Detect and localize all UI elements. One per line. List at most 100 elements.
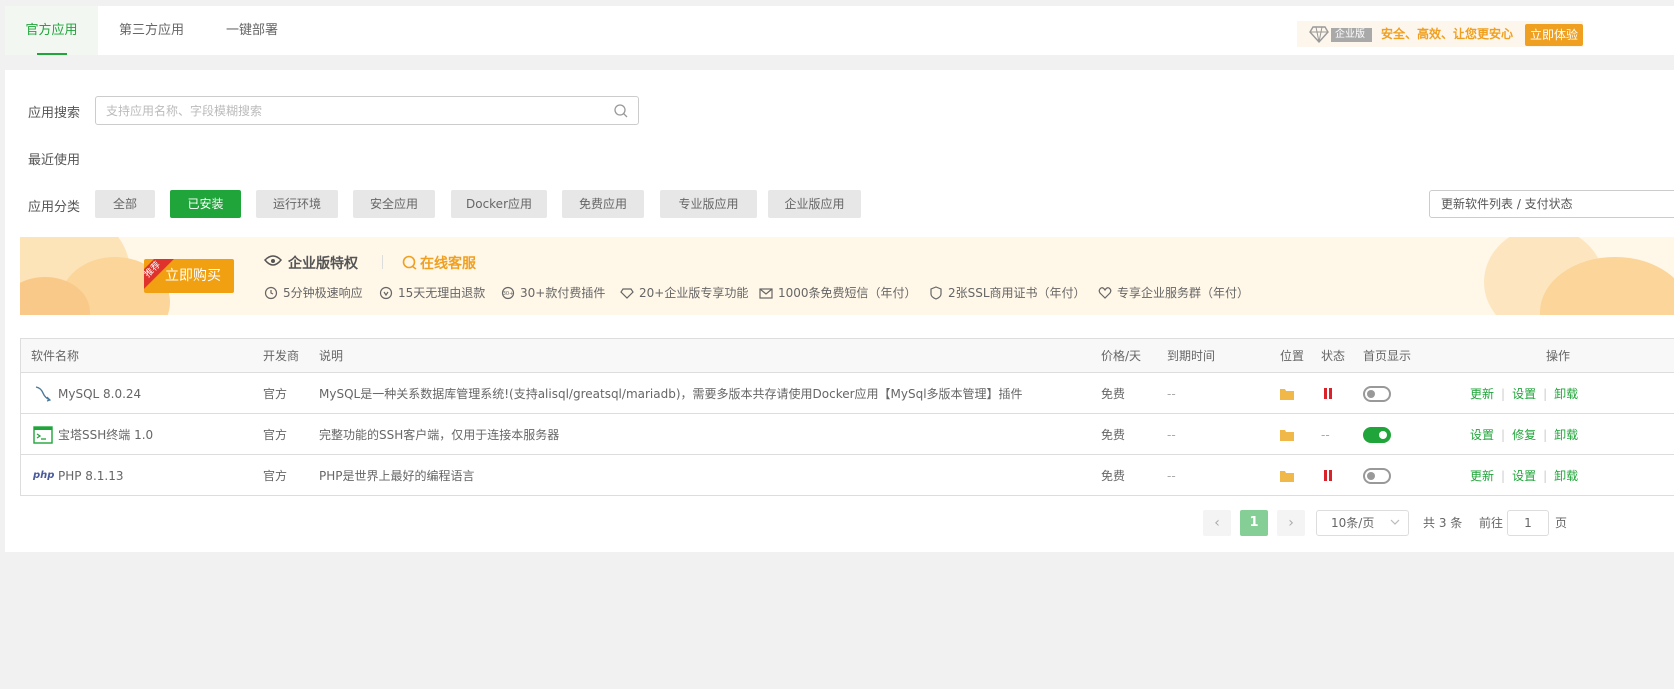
app-expire: -- [1167,387,1176,401]
col-status: 状态 [1321,349,1346,363]
refund-icon [379,286,393,300]
feature-text: 15天无理由退款 [398,286,486,300]
quick-response-icon [264,286,278,300]
app-price: 免费 [1101,387,1126,401]
top-tab-bar: 官方应用 第三方应用 一键部署 企业版 安全、高效、让您更安心 立即体验 [5,6,1674,55]
tab-official-apps[interactable]: 官方应用 [5,6,98,55]
app-status-text: -- [1321,428,1330,442]
online-service-link[interactable]: 在线客服 [420,253,476,273]
php-icon: php [33,470,55,481]
heart-icon [1098,287,1112,299]
pause-icon[interactable] [1324,388,1332,399]
goto-label: 前往 [1479,516,1504,530]
mail-icon [759,288,773,299]
page-suffix: 页 [1555,516,1568,530]
uninstall-link[interactable]: 卸载 [1554,469,1578,483]
update-link[interactable]: 更新 [1470,387,1494,401]
feature-text: 30+款付费插件 [520,286,606,300]
col-actions: 操作 [1546,349,1571,363]
uninstall-link[interactable]: 卸载 [1554,428,1578,442]
folder-icon[interactable] [1280,429,1294,441]
category-runtime[interactable]: 运行环境 [256,190,338,218]
app-description: MySQL是一种关系数据库管理系统!(支持alisql/greatsql/mar… [319,387,1023,401]
app-name: MySQL 8.0.24 [58,387,142,401]
feature-item: 5分钟极速响应 [264,284,363,301]
tab-third-party-apps[interactable]: 第三方应用 [119,6,184,55]
row-actions: 设置 | 修复 | 卸载 [1470,415,1578,455]
tab-label: 官方应用 [25,23,78,38]
feature-item: 1000条免费短信（年付） [759,284,917,301]
promo-text: 安全、高效、让您更安心 [1381,27,1514,41]
settings-link[interactable]: 设置 [1512,387,1536,401]
category-security[interactable]: 安全应用 [353,190,435,218]
recent-label: 最近使用 [28,153,81,168]
feature-text: 5分钟极速响应 [283,286,363,300]
ssl-icon [930,286,942,300]
enterprise-badge-label: 企业版 [1331,28,1372,42]
uninstall-link[interactable]: 卸载 [1554,387,1578,401]
category-enterprise[interactable]: 企业版应用 [768,190,861,218]
buy-now-button[interactable]: 推荐 立即购买 [144,259,234,293]
repair-link[interactable]: 修复 [1512,428,1536,442]
banner-divider [382,255,383,269]
category-pro[interactable]: 专业版应用 [660,190,757,218]
feature-text: 2张SSL商用证书（年付） [948,286,1086,300]
feature-text: 专享企业服务群（年付） [1117,286,1250,300]
category-free[interactable]: 免费应用 [562,190,644,218]
feature-item: 20+企业版专享功能 [620,284,748,301]
home-display-toggle[interactable] [1363,427,1391,443]
buy-now-label: 立即购买 [165,268,221,284]
category-label: 应用分类 [28,200,81,215]
main-panel: 应用搜索 最近使用 应用分类 全部 已安装 运行环境 安全应用 Docker应用… [5,70,1674,552]
feature-text: 1000条免费短信（年付） [778,286,917,300]
search-label: 应用搜索 [28,106,81,121]
search-box [95,96,639,125]
try-now-button[interactable]: 立即体验 [1525,24,1583,46]
app-expire: -- [1167,469,1176,483]
feature-text: 20+企业版专享功能 [639,286,749,300]
tab-label: 一键部署 [226,23,279,38]
svg-text:30+: 30+ [503,291,514,297]
diamond-icon [1309,26,1329,43]
update-software-list-button[interactable]: 更新软件列表 / 支付状态 [1429,190,1674,218]
col-home-display: 首页显示 [1363,349,1412,363]
chevron-down-icon [1390,519,1400,525]
folder-icon[interactable] [1280,470,1294,482]
category-installed[interactable]: 已安装 [170,190,241,218]
col-name: 软件名称 [31,349,80,363]
app-developer: 官方 [263,469,288,483]
app-expire: -- [1167,428,1176,442]
tab-one-click-deploy[interactable]: 一键部署 [226,6,278,55]
app-price: 免费 [1101,428,1126,442]
search-input[interactable] [106,101,606,121]
category-all[interactable]: 全部 [95,190,155,218]
home-display-toggle[interactable] [1363,468,1391,484]
category-docker[interactable]: Docker应用 [451,190,547,218]
total-count: 共 3 条 [1423,516,1463,530]
mysql-icon [35,386,52,402]
update-link[interactable]: 更新 [1470,469,1494,483]
enterprise-banner: 推荐 立即购买 企业版特权 在线客服 5分钟极速响应 15天无理由退款 30+ 3… [20,237,1674,315]
app-description: 完整功能的SSH客户端，仅用于连接本服务器 [319,428,560,442]
table-header: 软件名称 开发商 说明 价格/天 到期时间 位置 状态 首页显示 操作 [21,339,1674,373]
toggle-knob [1379,431,1387,439]
goto-page-input[interactable] [1507,510,1549,536]
app-name: PHP 8.1.13 [58,469,124,483]
terminal-icon [33,426,53,444]
folder-icon[interactable] [1280,388,1294,400]
search-icon[interactable] [614,104,628,118]
next-page-button[interactable]: › [1277,510,1305,536]
page-size-select[interactable]: 10条/页 [1316,510,1409,536]
row-actions: 更新 | 设置 | 卸载 [1470,456,1578,496]
action-separator: | [1543,469,1548,483]
enterprise-promo: 企业版 安全、高效、让您更安心 立即体验 [1297,21,1583,47]
home-display-toggle[interactable] [1363,386,1391,402]
tab-label: 第三方应用 [119,23,185,38]
table-row: php PHP 8.1.13 官方 PHP是世界上最好的编程语言 免费 -- 更… [21,456,1674,496]
prev-page-button[interactable]: ‹ [1203,510,1231,536]
diamond-icon [620,288,634,299]
settings-link[interactable]: 设置 [1512,469,1536,483]
settings-link[interactable]: 设置 [1470,428,1494,442]
page-number-current[interactable]: 1 [1240,510,1268,536]
pause-icon[interactable] [1324,470,1332,481]
